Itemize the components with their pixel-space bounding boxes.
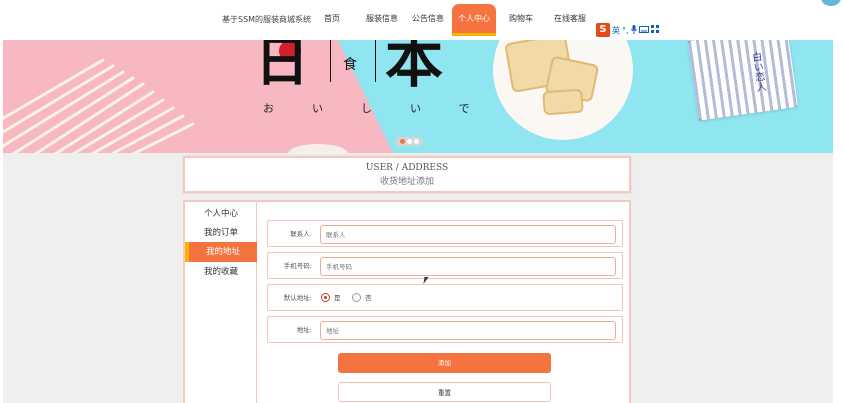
noodles-image — [3, 58, 195, 153]
carousel-dot-2[interactable] — [406, 139, 412, 144]
default-address-row: 默认地址: 是 否 — [267, 284, 623, 311]
banner-hanzi-small: 食 — [343, 57, 357, 73]
nav-clothing-info[interactable]: 服装信息 — [360, 4, 404, 36]
address-label: 地址: — [296, 326, 312, 334]
phone-input[interactable] — [320, 257, 616, 276]
grid-icon[interactable] — [650, 25, 659, 35]
page-header-en: USER / ADDRESS — [365, 163, 449, 173]
nav-online-service[interactable]: 在线客服 — [548, 4, 592, 36]
sidebar-item-my-favorites[interactable]: 我的收藏 — [185, 262, 257, 282]
default-yes-radio[interactable] — [321, 293, 330, 302]
punctuation-icon[interactable]: °, — [622, 26, 629, 35]
corner-widget[interactable] — [821, 0, 841, 6]
carousel-indicators — [395, 137, 423, 146]
cookie-package: 白い恋人 — [687, 40, 799, 121]
sidebar-item-my-addresses[interactable]: 我的地址 — [185, 242, 257, 262]
reset-button[interactable]: 重置 — [338, 382, 551, 402]
ime-toolbar[interactable]: S 英 °, — [596, 22, 659, 38]
nav-announcements[interactable]: 公告信息 — [406, 4, 450, 36]
page-header: USER / ADDRESS 收货地址添加 — [183, 156, 631, 193]
banner-carousel[interactable]: 日 食 本 おいしいです 白い恋人 — [3, 40, 833, 153]
default-yes-label[interactable]: 是 — [334, 285, 341, 312]
user-sidebar: 个人中心 我的订单 我的地址 我的收藏 — [185, 202, 257, 403]
keyboard-icon[interactable] — [638, 25, 649, 35]
ime-mode[interactable]: 英 — [612, 25, 620, 36]
page-header-cn: 收货地址添加 — [379, 177, 434, 187]
address-input[interactable] — [320, 321, 616, 340]
nav-shopping-cart[interactable]: 购物车 — [503, 4, 539, 36]
cookie-3 — [542, 88, 584, 116]
ime-logo-icon[interactable]: S — [596, 23, 610, 37]
default-no-radio[interactable] — [352, 293, 361, 302]
carousel-dot-1[interactable] — [399, 139, 405, 144]
nav-personal-center[interactable]: 个人中心 — [452, 4, 496, 36]
banner-divider-right — [375, 40, 376, 82]
banner-hanzi-right: 本 — [385, 40, 444, 95]
contact-input[interactable] — [320, 225, 616, 244]
top-nav: 基于SSM的服装商城系统 首页 服装信息 公告信息 个人中心 购物车 在线客服 … — [0, 0, 843, 40]
contact-label: 联系人: — [290, 230, 312, 238]
address-card: 个人中心 我的订单 我的地址 我的收藏 联系人: 手机号码: 默认地址: 是 否… — [183, 200, 631, 403]
site-title: 基于SSM的服装商城系统 — [222, 15, 312, 24]
bowl-image — [288, 144, 348, 153]
sidebar-item-personal-center[interactable]: 个人中心 — [185, 204, 257, 224]
address-row: 地址: — [267, 316, 623, 343]
add-button[interactable]: 添加 — [338, 353, 551, 373]
sidebar-item-my-orders[interactable]: 我的订单 — [185, 223, 257, 243]
banner-hanzi-left: 日 — [255, 40, 309, 93]
default-address-label: 默认地址: — [283, 294, 312, 302]
microphone-icon[interactable] — [630, 24, 637, 36]
package-pattern — [687, 40, 799, 121]
contact-row: 联系人: — [267, 220, 623, 247]
banner-divider-left — [330, 40, 331, 82]
default-no-label[interactable]: 否 — [365, 285, 372, 312]
phone-row: 手机号码: — [267, 252, 623, 279]
carousel-dot-3[interactable] — [413, 139, 419, 144]
phone-label: 手机号码: — [283, 262, 312, 270]
nav-home[interactable]: 首页 — [318, 4, 346, 36]
